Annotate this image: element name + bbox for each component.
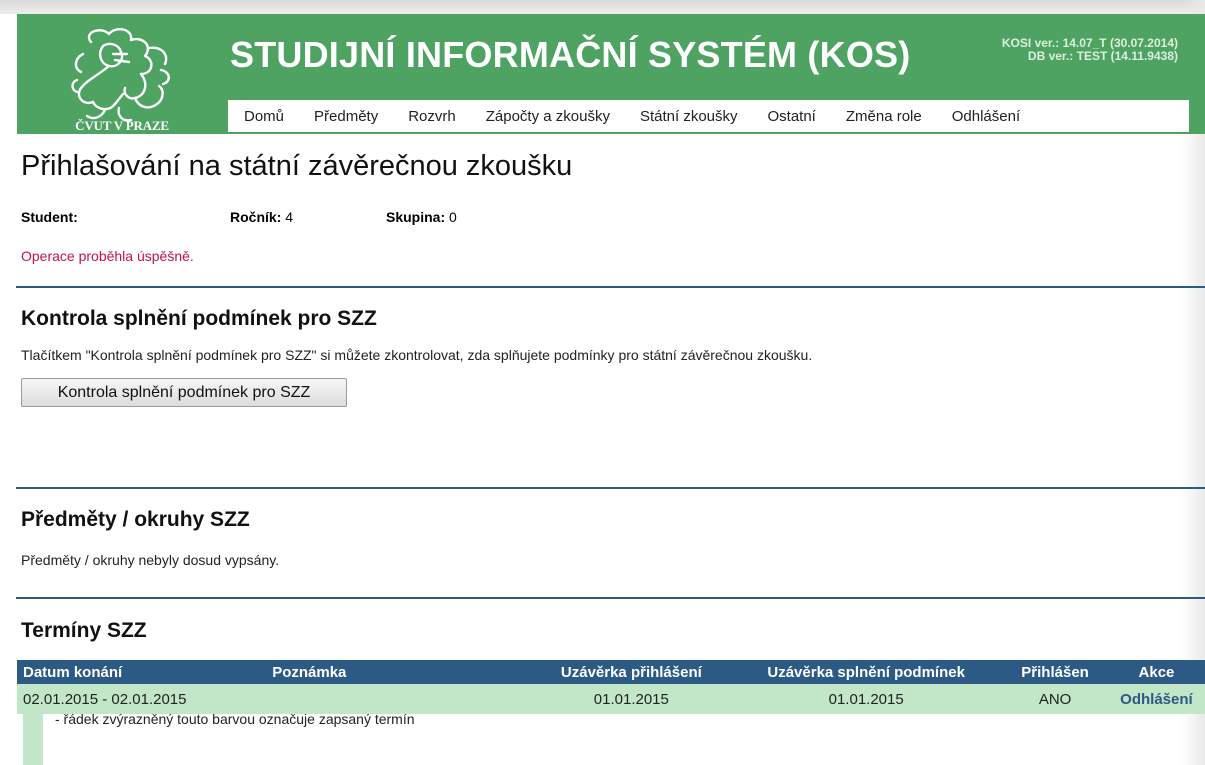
section-divider (16, 286, 1205, 288)
column-header-uzaverka-podminek: Uzávěrka splnění podmínek (730, 660, 1003, 684)
subjects-message: Předměty / okruhy nebyly dosud vypsány. (21, 552, 280, 568)
column-header-poznamka: Poznámka (266, 660, 533, 684)
success-message: Operace proběhla úspěšně. (21, 248, 194, 264)
cell-akce: Odhlášení (1107, 684, 1205, 714)
nav-ostatni[interactable]: Ostatní (768, 108, 816, 125)
column-header-akce: Akce (1107, 660, 1205, 684)
terms-section-title: Termíny SZZ (21, 619, 147, 642)
column-header-prihlasen: Přihlášen (1002, 660, 1108, 684)
check-section-description: Tlačítkem "Kontrola splnění podmínek pro… (21, 347, 813, 363)
check-conditions-button[interactable]: Kontrola splnění podmínek pro SZZ (21, 378, 347, 407)
table-header-row: Datum konání Poznámka Uzávěrka přihlášen… (17, 660, 1205, 684)
student-label: Student: (21, 209, 78, 225)
nav-zapocty-a-zkousky[interactable]: Zápočty a zkoušky (486, 108, 610, 125)
version-info: KOSI ver.: 14.07_T (30.07.2014) DB ver.:… (1002, 37, 1178, 63)
nav-odhlaseni[interactable]: Odhlášení (952, 108, 1020, 125)
skupina-info: Skupina: 0 (386, 209, 457, 225)
window-top-edge (0, 0, 1205, 14)
section-divider (16, 487, 1205, 489)
version-db: DB ver.: TEST (14.11.9438) (1027, 49, 1178, 63)
subjects-section-title: Předměty / okruhy SZZ (21, 508, 250, 531)
column-header-datum: Datum konání (17, 660, 267, 684)
site-header: ČVUT V PRAZE STUDIJNÍ INFORMAČNÍ SYSTÉM … (17, 14, 1205, 134)
page-title: Přihlašování na státní závěrečnou zkoušk… (21, 150, 573, 182)
nav-statni-zkousky[interactable]: Státní zkoušky (640, 108, 738, 125)
logo-caption: ČVUT V PRAZE (75, 118, 169, 133)
legend-color-swatch (23, 708, 43, 765)
nav-rozvrh[interactable]: Rozvrh (408, 108, 456, 125)
cell-poznamka (266, 684, 533, 714)
terms-table: Datum konání Poznámka Uzávěrka přihlášen… (17, 660, 1205, 714)
nav-predmety[interactable]: Předměty (314, 108, 378, 125)
cell-uzaverka-podminek: 01.01.2015 (730, 684, 1003, 714)
nav-domu[interactable]: Domů (244, 108, 284, 125)
check-section-title: Kontrola splnění podmínek pro SZZ (21, 307, 377, 330)
skupina-value: 0 (449, 209, 457, 225)
site-title: STUDIJNÍ INFORMAČNÍ SYSTÉM (KOS) (230, 34, 911, 75)
section-divider (16, 597, 1205, 599)
cell-prihlasen: ANO (1002, 684, 1108, 714)
cell-datum: 02.01.2015 - 02.01.2015 (17, 684, 267, 714)
cell-uzaverka-prihlaseni: 01.01.2015 (532, 684, 731, 714)
rocnik-label: Ročník: (230, 209, 282, 225)
legend-text: - řádek zvýrazněný touto barvou označuje… (55, 711, 415, 727)
table-row: 02.01.2015 - 02.01.2015 01.01.2015 01.01… (17, 684, 1205, 714)
rocnik-info: Ročník: 4 (230, 209, 293, 225)
main-navigation: Domů Předměty Rozvrh Zápočty a zkoušky S… (228, 100, 1189, 132)
cvut-lion-logo[interactable] (53, 24, 189, 132)
skupina-label: Skupina: (386, 209, 446, 225)
rocnik-value: 4 (285, 209, 294, 225)
unregister-link[interactable]: Odhlášení (1120, 691, 1193, 708)
nav-zmena-role[interactable]: Změna role (846, 108, 922, 125)
column-header-uzaverka-prihlaseni: Uzávěrka přihlášení (532, 660, 731, 684)
